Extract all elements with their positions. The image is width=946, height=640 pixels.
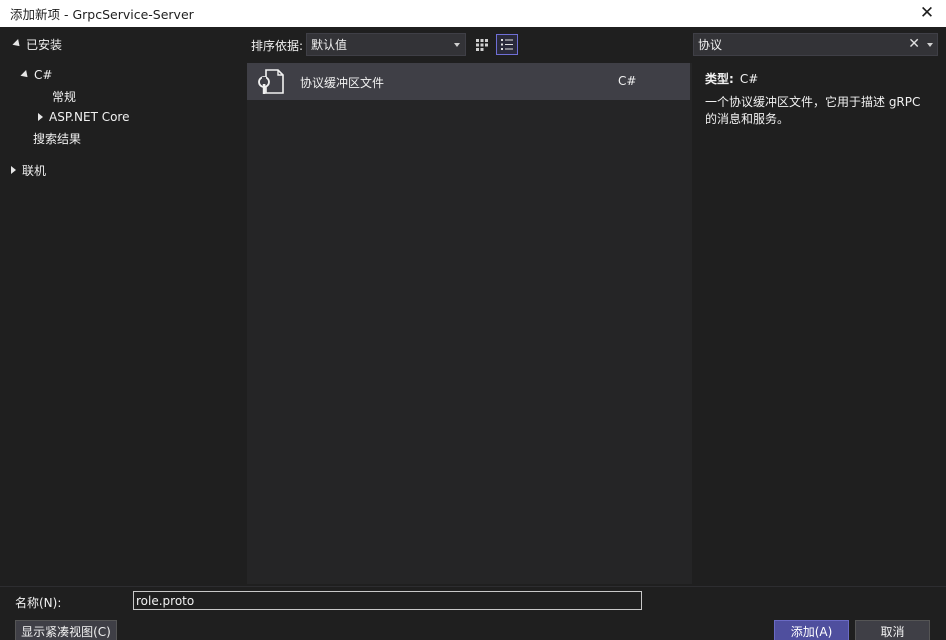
small-icons-view-button[interactable] xyxy=(471,34,493,55)
template-language: C# xyxy=(618,74,637,88)
search-box[interactable]: ✕ xyxy=(693,33,938,56)
type-value: C# xyxy=(739,72,759,86)
close-icon[interactable]: ✕ xyxy=(916,3,938,23)
tree-item-csharp[interactable]: C# xyxy=(20,65,52,85)
expand-icon xyxy=(20,70,31,80)
sort-value: 默认值 xyxy=(311,38,348,52)
tree-item-label: 常规 xyxy=(52,89,77,104)
collapsed-icon xyxy=(38,113,43,121)
cancel-button[interactable]: 取消 xyxy=(855,620,930,640)
template-row[interactable]: 协议缓冲区文件 C# xyxy=(247,63,690,100)
sort-label: 排序依据: xyxy=(251,39,304,53)
tree-item-general[interactable]: 常规 xyxy=(52,86,76,106)
tree-item-label: 联机 xyxy=(22,163,47,178)
tree-item-search-results[interactable]: 搜索结果 xyxy=(33,128,81,148)
tree-item-label: 搜索结果 xyxy=(33,131,82,146)
chevron-down-icon[interactable] xyxy=(927,43,933,47)
tree-item-online[interactable]: 联机 xyxy=(11,160,46,180)
template-description: 一个协议缓冲区文件，它用于描述 gRPC 的消息和服务。 xyxy=(705,95,921,126)
sort-dropdown[interactable]: 默认值 xyxy=(306,33,466,56)
background-window-edge xyxy=(939,28,946,640)
name-label: 名称(N): xyxy=(15,596,62,610)
template-list: 协议缓冲区文件 C# xyxy=(247,63,692,584)
list-icon xyxy=(501,39,513,50)
tree-item-label: ASP.NET Core xyxy=(49,110,130,124)
tree-item-installed[interactable]: 已安装 xyxy=(12,34,62,54)
grid-icon xyxy=(476,38,488,51)
list-view-button[interactable] xyxy=(496,34,518,55)
tree-item-label: C# xyxy=(34,68,53,82)
type-line: 类型: C# xyxy=(705,70,758,87)
title-bar: 添加新项 - GrpcService-Server ✕ xyxy=(0,0,946,27)
expand-icon xyxy=(12,39,23,49)
clear-search-icon[interactable]: ✕ xyxy=(908,36,920,52)
compact-view-button[interactable]: 显示紧凑视图(C) xyxy=(15,620,117,640)
tree-item-aspnet[interactable]: ASP.NET Core xyxy=(38,107,129,127)
type-label: 类型: xyxy=(705,72,734,86)
search-input[interactable] xyxy=(698,37,898,52)
name-input[interactable] xyxy=(133,591,642,610)
window-title: 添加新项 - GrpcService-Server xyxy=(10,7,194,22)
collapsed-icon xyxy=(11,166,16,174)
details-pane: 类型: C# 一个协议缓冲区文件，它用于描述 gRPC 的消息和服务。 xyxy=(693,63,938,584)
tree-item-label: 已安装 xyxy=(26,37,63,52)
template-name: 协议缓冲区文件 xyxy=(300,76,385,90)
add-button[interactable]: 添加(A) xyxy=(774,620,849,640)
protobuf-file-icon xyxy=(258,69,284,94)
chevron-down-icon xyxy=(454,43,460,47)
